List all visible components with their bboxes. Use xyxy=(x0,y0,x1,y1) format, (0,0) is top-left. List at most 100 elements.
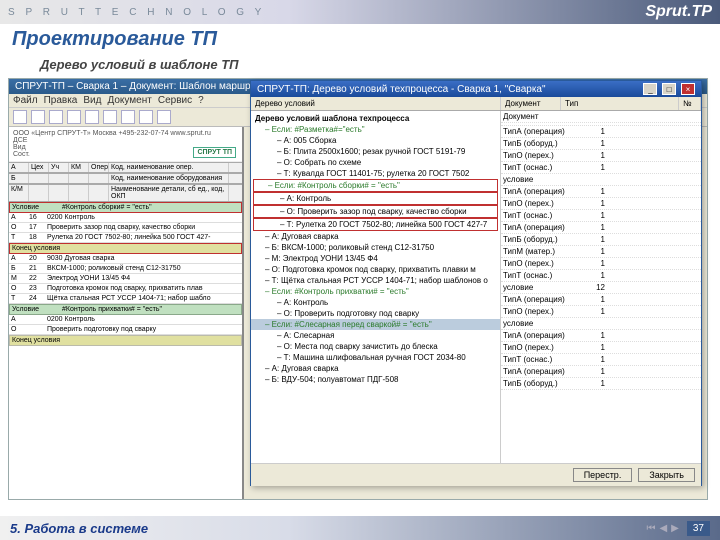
prop-row: ТипА (операция)1 xyxy=(501,222,701,234)
tree-item[interactable]: – Т: Машина шлифовальная ручная ГОСТ 203… xyxy=(251,352,500,363)
tree-item[interactable]: – А: 005 Сборка xyxy=(251,135,500,146)
condition-row[interactable]: Условие#Контроль сборки# = "есть" xyxy=(9,202,242,213)
operation-row[interactable]: А160200 Контроль xyxy=(9,213,242,223)
nav-prev-icon[interactable]: ◀ xyxy=(659,523,667,534)
condition-end[interactable]: Конец условия xyxy=(9,335,242,346)
prop-row: ТипТ (оснас.)1 xyxy=(501,354,701,366)
toolbar-icon[interactable] xyxy=(13,110,27,124)
tree-item[interactable]: – А: Контроль xyxy=(253,192,498,205)
slide-header: S P R U T T E C H N O L O G Y Sprut.TP xyxy=(0,0,720,24)
rebuild-button[interactable]: Перестр. xyxy=(573,468,633,482)
footer-text: 5. Работа в системе xyxy=(10,521,148,536)
slide-subtitle: Дерево условий в шаблоне ТП xyxy=(0,55,720,78)
tree-item[interactable]: – О: Подготовка кромок под сварку, прихв… xyxy=(251,264,500,275)
tree-item[interactable]: – Если: #Контроль прихватки# = "есть" xyxy=(251,286,500,297)
tree-titlebar: СПРУТ-ТП: Дерево условий техпроцесса - С… xyxy=(251,81,701,97)
prop-row: ТипО (перех.)1 xyxy=(501,198,701,210)
tree-columns: Дерево условий Документ Тип № xyxy=(251,97,701,111)
brand-left: S P R U T T E C H N O L O G Y xyxy=(8,7,265,18)
prop-row: ТипБ (оборуд.)1 xyxy=(501,378,701,390)
close-button[interactable]: Закрыть xyxy=(638,468,695,482)
tree-item[interactable]: – О: Собрать по схеме xyxy=(251,157,500,168)
operation-row[interactable]: ОПроверить подготовку под сварку xyxy=(9,325,242,335)
tree-item[interactable]: – Б: ВКСМ-1000; роликовый стенд С12-3175… xyxy=(251,242,500,253)
operation-row[interactable]: А209030 Дуговая сварка xyxy=(9,254,242,264)
tree-item[interactable]: – А: Контроль xyxy=(251,297,500,308)
prop-row: ТипБ (оборуд.)1 xyxy=(501,138,701,150)
prop-row: ТипА (операция)1 xyxy=(501,330,701,342)
nav-arrows[interactable]: ⏮ ◀ ▶ xyxy=(646,523,678,534)
menu-item[interactable]: Вид xyxy=(83,95,101,106)
minimize-icon[interactable]: _ xyxy=(643,83,657,95)
prop-row: условие xyxy=(501,174,701,186)
prop-row: ТипО (перех.)1 xyxy=(501,342,701,354)
slide-title: Проектирование ТП xyxy=(0,24,720,55)
tree-item[interactable]: – Б: ВДУ-504; полуавтомат ПДГ-508 xyxy=(251,374,500,385)
maximize-icon[interactable]: □ xyxy=(662,83,676,95)
toolbar-icon[interactable] xyxy=(49,110,63,124)
toolbar-icon[interactable] xyxy=(139,110,153,124)
menu-item[interactable]: Документ xyxy=(107,95,151,106)
tree-item[interactable]: – М: Электрод УОНИ 13/45 Ф4 xyxy=(251,253,500,264)
prop-row: ТипА (операция)1 xyxy=(501,294,701,306)
prop-row: условие xyxy=(501,318,701,330)
route-rows: Условие#Контроль сборки# = "есть"А160200… xyxy=(9,202,242,346)
menu-item[interactable]: ? xyxy=(198,95,204,106)
nav-next-icon[interactable]: ▶ xyxy=(671,523,679,534)
tree-item[interactable]: – Т: Кувалда ГОСТ 11401-75; рулетка 20 Г… xyxy=(251,168,500,179)
toolbar-icon[interactable] xyxy=(31,110,45,124)
tree-footer: Перестр. Закрыть xyxy=(251,463,701,486)
operation-row[interactable]: Т18Рулетка 20 ГОСТ 7502-80; линейка 500 … xyxy=(9,233,242,243)
menu-item[interactable]: Правка xyxy=(44,95,78,106)
menu-item[interactable]: Файл xyxy=(13,95,38,106)
grid-header: АЦехУчКМОперКод, наименование опер. xyxy=(9,162,242,173)
tree-title: СПРУТ-ТП: Дерево условий техпроцесса - С… xyxy=(257,84,546,95)
tree-window-buttons[interactable]: _ □ × xyxy=(641,83,695,95)
operation-row[interactable]: О17Проверить зазор под сварку, качество … xyxy=(9,223,242,233)
prop-row: ТипТ (оснас.)1 xyxy=(501,210,701,222)
tree-item[interactable]: – А: Дуговая сварка xyxy=(251,363,500,374)
operation-row[interactable]: А0200 Контроль xyxy=(9,315,242,325)
close-icon[interactable]: × xyxy=(681,83,695,95)
toolbar-icon[interactable] xyxy=(103,110,117,124)
operation-row[interactable]: О23Подготовка кромок под сварку, прихват… xyxy=(9,284,242,294)
nav-first-icon[interactable]: ⏮ xyxy=(646,523,655,534)
prop-row: ТипТ (оснас.)1 xyxy=(501,270,701,282)
prop-row: ТипО (перех.)1 xyxy=(501,150,701,162)
menu-item[interactable]: Сервис xyxy=(158,95,192,106)
tree-item[interactable]: – Т: Щётка стальная РСТ УССР 1404-71; на… xyxy=(251,275,500,286)
toolbar-icon[interactable] xyxy=(121,110,135,124)
tree-item[interactable]: – А: Слесарная xyxy=(251,330,500,341)
toolbar-icon[interactable] xyxy=(67,110,81,124)
prop-row: ТипБ (оборуд.)1 xyxy=(501,234,701,246)
prop-row: условие12 xyxy=(501,282,701,294)
operation-row[interactable]: М22Электрод УОНИ 13/45 Ф4 xyxy=(9,274,242,284)
tree-item[interactable]: – О: Проверить подготовку под сварку xyxy=(251,308,500,319)
org-line: ООО «Центр СПРУТ-Т» Москва +495-232-07-7… xyxy=(13,130,238,137)
operation-row[interactable]: Т24Щётка стальная РСТ УССР 1404-71; набо… xyxy=(9,294,242,304)
doc-logo: СПРУТ ТП xyxy=(193,147,236,158)
toolbar-icon[interactable] xyxy=(85,110,99,124)
tree-item[interactable]: – Б: Плита 2500х1600; резак ручной ГОСТ … xyxy=(251,146,500,157)
prop-row: ТипА (операция)1 xyxy=(501,366,701,378)
tree-properties: ДокументТипА (операция)1ТипБ (оборуд.)1Т… xyxy=(501,111,701,463)
condition-row[interactable]: Условие#Контроль прихватки# = "есть" xyxy=(9,304,242,315)
operation-row[interactable]: Б21ВКСМ-1000; роликовый стенд С12-31750 xyxy=(9,264,242,274)
tree-root[interactable]: Дерево условий шаблона техпроцесса xyxy=(251,113,500,124)
toolbar-icon[interactable] xyxy=(157,110,171,124)
route-card-pane: ООО «Центр СПРУТ-Т» Москва +495-232-07-7… xyxy=(9,127,244,499)
tree-item[interactable]: – О: Места под сварку зачистить до блеск… xyxy=(251,341,500,352)
prop-row: ТипА (операция)1 xyxy=(501,186,701,198)
tree-item[interactable]: – Если: #Контроль сборки# = "есть" xyxy=(253,179,498,192)
prop-row: ТипМ (матер.)1 xyxy=(501,246,701,258)
condition-tree[interactable]: Дерево условий шаблона техпроцесса– Если… xyxy=(251,111,501,463)
tree-item[interactable]: – О: Проверить зазор под сварку, качеств… xyxy=(253,205,498,218)
tree-item[interactable]: – А: Дуговая сварка xyxy=(251,231,500,242)
prop-row: ТипТ (оснас.)1 xyxy=(501,162,701,174)
tree-item[interactable]: – Если: #Разметка#="есть" xyxy=(251,124,500,135)
prop-row: ТипА (операция)1 xyxy=(501,126,701,138)
tree-item[interactable]: – Если: #Слесарная перед сваркой# = "ест… xyxy=(251,319,500,330)
tree-item[interactable]: – Т: Рулетка 20 ГОСТ 7502-80; линейка 50… xyxy=(253,218,498,231)
tree-window: СПРУТ-ТП: Дерево условий техпроцесса - С… xyxy=(250,80,702,486)
condition-end[interactable]: Конец условия xyxy=(9,243,242,254)
